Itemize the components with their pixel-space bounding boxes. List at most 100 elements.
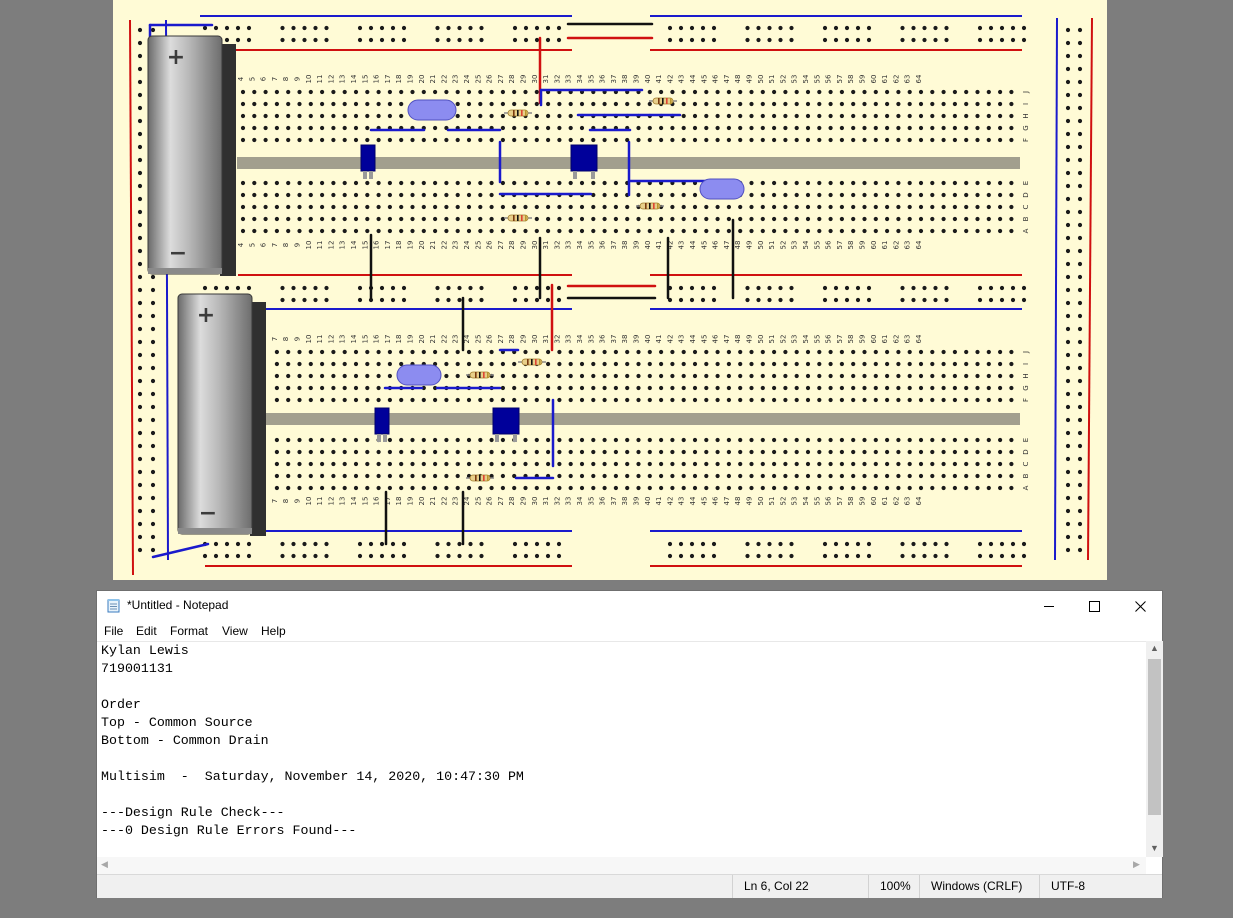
hole <box>986 385 991 391</box>
hole <box>998 461 1003 467</box>
hole <box>331 180 336 186</box>
hole <box>885 137 890 143</box>
hole <box>387 89 392 95</box>
hole <box>478 101 483 107</box>
vertical-scrollbar[interactable]: ▲ ▼ <box>1146 641 1163 857</box>
hole <box>302 553 307 559</box>
hole <box>1065 534 1071 540</box>
hole <box>738 216 743 222</box>
hole <box>150 313 156 319</box>
hole <box>342 485 347 491</box>
title-bar[interactable]: *Untitled - Notepad <box>97 591 1162 621</box>
hole <box>988 25 994 31</box>
hole <box>1077 404 1083 410</box>
hole <box>822 297 828 303</box>
hole <box>274 216 279 222</box>
hole <box>625 385 630 391</box>
hole <box>749 192 754 198</box>
hole <box>805 461 811 467</box>
horizontal-scrollbar[interactable]: ◀ ▶ <box>97 857 1146 874</box>
hole <box>715 437 720 443</box>
hole <box>930 137 935 143</box>
hole <box>647 137 652 143</box>
hole <box>625 473 630 479</box>
hole <box>851 437 856 443</box>
hole <box>353 125 359 131</box>
column-number: 50 <box>757 497 765 506</box>
hole <box>647 89 652 95</box>
hole <box>678 297 684 303</box>
hole <box>907 437 912 443</box>
hole <box>704 349 709 355</box>
hole <box>986 137 991 143</box>
hole <box>376 361 381 367</box>
hole <box>399 437 404 443</box>
hole <box>964 228 969 234</box>
hole <box>952 125 958 131</box>
hole <box>964 349 969 355</box>
hole <box>1065 430 1071 436</box>
hole <box>933 37 938 43</box>
hole <box>907 125 912 131</box>
hole <box>1010 541 1016 547</box>
column-number: 27 <box>497 241 505 250</box>
hole <box>907 137 912 143</box>
hole <box>435 25 440 31</box>
menu-help[interactable]: Help <box>261 624 286 638</box>
hole <box>726 113 732 119</box>
hole <box>964 461 969 467</box>
hole <box>986 89 991 95</box>
hole <box>324 25 329 31</box>
hole <box>399 228 404 234</box>
hole <box>907 113 912 119</box>
hole <box>896 180 901 186</box>
hole <box>726 373 732 379</box>
menu-format[interactable]: Format <box>170 624 208 638</box>
scroll-down-icon[interactable]: ▼ <box>1149 843 1160 853</box>
hole <box>324 297 329 303</box>
scrollbar-thumb[interactable] <box>1148 659 1161 815</box>
column-number: 48 <box>734 241 742 250</box>
battery: +− <box>177 293 266 536</box>
hole <box>964 449 969 455</box>
column-number: 7 <box>271 243 279 247</box>
column-number: 33 <box>565 497 573 506</box>
hole <box>944 297 949 303</box>
scroll-right-icon[interactable]: ▶ <box>1133 859 1140 870</box>
scroll-up-icon[interactable]: ▲ <box>1149 643 1160 653</box>
hole <box>286 485 291 491</box>
menu-view[interactable]: View <box>222 624 248 638</box>
hole <box>805 125 811 131</box>
hole <box>523 373 528 379</box>
notepad-window[interactable]: *Untitled - Notepad File Edit Format Vie… <box>96 590 1163 898</box>
hole <box>975 449 980 455</box>
close-button[interactable] <box>1118 591 1163 621</box>
hole <box>579 373 585 379</box>
hole <box>772 137 777 143</box>
hole <box>455 461 460 467</box>
hole <box>647 349 652 355</box>
hole <box>297 216 302 222</box>
hole <box>789 297 794 303</box>
menu-edit[interactable]: Edit <box>136 624 157 638</box>
hole <box>851 349 856 355</box>
text-editor[interactable]: Kylan Lewis 719001131 Order Top - Common… <box>97 641 1146 857</box>
hole <box>444 228 449 234</box>
hole <box>368 37 374 43</box>
column-number: 59 <box>859 241 867 250</box>
hole <box>833 25 839 31</box>
hole <box>988 285 994 291</box>
hole <box>930 192 935 198</box>
hole <box>342 461 347 467</box>
menu-file[interactable]: File <box>104 624 123 638</box>
hole <box>738 89 743 95</box>
column-number: 28 <box>508 497 516 506</box>
hole <box>964 397 969 403</box>
maximize-button[interactable] <box>1072 591 1117 621</box>
hole <box>839 101 845 107</box>
minimize-button[interactable] <box>1027 591 1072 621</box>
hole <box>794 204 799 210</box>
scroll-left-icon[interactable]: ◀ <box>101 859 108 870</box>
hole <box>692 449 698 455</box>
hole <box>1065 365 1071 371</box>
